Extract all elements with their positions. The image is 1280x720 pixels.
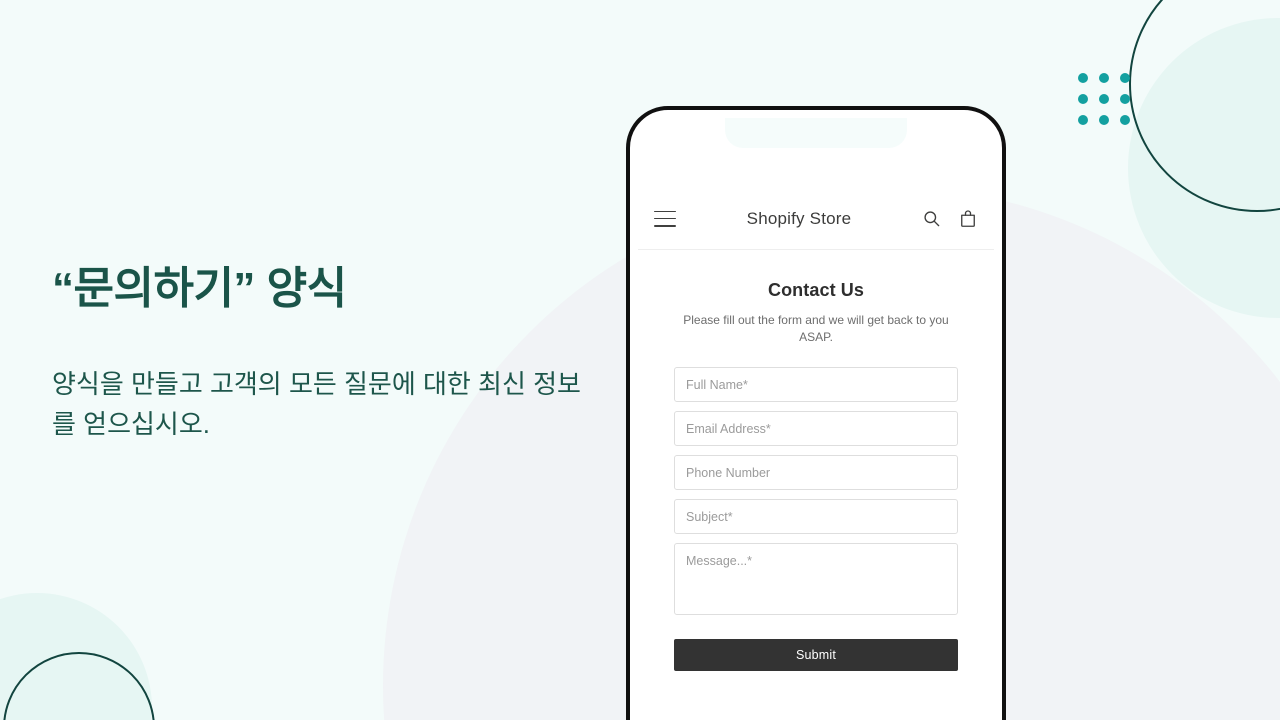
submit-button[interactable]: Submit: [674, 639, 958, 672]
phone-screen: Shopify Store Contact Us Please fill out…: [638, 118, 994, 720]
search-icon[interactable]: [922, 209, 941, 228]
page-title: “문의하기” 양식: [52, 264, 347, 313]
outline-circle-bottom-left: [3, 652, 155, 720]
phone-notch: [725, 118, 907, 148]
form-fields: Submit: [674, 367, 958, 672]
mint-circle-top-right: [1128, 18, 1280, 318]
contact-form-section: Contact Us Please fill out the form and …: [638, 250, 994, 720]
form-title: Contact Us: [767, 280, 864, 300]
promo-subcopy: 양식을 만들고 고객의 모든 질문에 대한 최신 정보를 얻으십시오.: [52, 368, 581, 440]
email-address-input[interactable]: [674, 411, 958, 447]
store-title: Shopify Store: [746, 208, 852, 228]
message-textarea[interactable]: [674, 543, 958, 616]
hamburger-menu-icon[interactable]: [654, 210, 676, 227]
header-icon-group: [922, 209, 978, 229]
outline-circle-top-right: [1129, 0, 1280, 212]
subject-input[interactable]: [674, 499, 958, 535]
dot-grid-icon: [1078, 73, 1130, 125]
phone-mockup: Shopify Store Contact Us Please fill out…: [626, 106, 1006, 720]
store-header: Shopify Store: [638, 188, 994, 250]
shopping-bag-icon[interactable]: [958, 209, 978, 229]
full-name-input[interactable]: [674, 367, 958, 403]
form-subtitle: Please fill out the form and we will get…: [683, 313, 949, 345]
mint-circle-bottom-left: [0, 593, 152, 720]
promo-copy: “문의하기” 양식 양식을 만들고 고객의 모든 질문에 대한 최신 정보를 얻…: [52, 262, 612, 445]
phone-number-input[interactable]: [674, 455, 958, 491]
